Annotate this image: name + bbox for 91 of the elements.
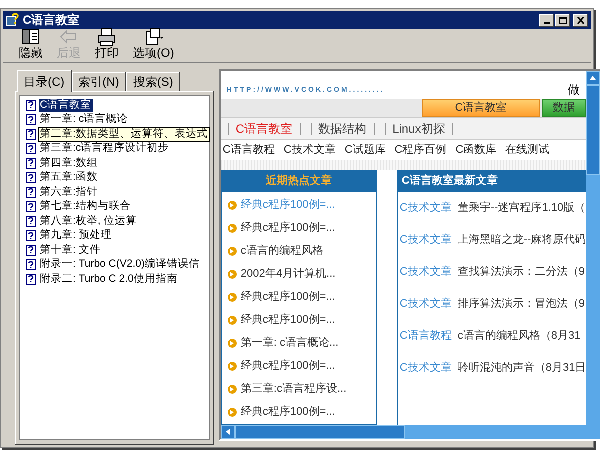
article-link[interactable]: c语言的编程风格 [240,243,324,260]
close-button[interactable] [573,14,588,26]
article-link[interactable]: 聆听混沌的声音（8月31日 [458,360,586,376]
category-link[interactable]: C技术文章 [400,360,452,376]
nav-link[interactable]: 数据结构 [316,120,369,138]
tree-item[interactable]: 第一章: c语言概论 [39,113,130,126]
scroll-up-button[interactable] [586,71,600,85]
article-link[interactable]: 经典c程序100例=... [240,404,336,421]
panel-heading: C语言教室最新文章 [398,170,586,192]
article-link[interactable]: 经典c程序100例=... [240,220,336,237]
article-link[interactable]: 董乘宇--迷宫程序1.10版（ [458,200,586,216]
article-link[interactable]: 经典c程序100例=... [240,358,336,375]
tree-item[interactable]: 第四章:数组 [39,156,99,170]
category-link[interactable]: C函数库 [456,142,497,158]
category-link[interactable]: C试题库 [344,142,386,158]
tree-item[interactable]: 第七章:结构与联合 [39,200,132,213]
tree-item[interactable]: 第九章: 预处理 [39,229,113,242]
tab[interactable]: 索引(N) [72,72,126,91]
minimize-button[interactable] [539,14,554,26]
help-page-icon [26,143,36,154]
help-page-icon [26,128,36,140]
nav-link[interactable]: C语言教室 [234,120,295,138]
tree-item[interactable]: 第五章:函数 [39,171,99,184]
window-title: C语言教室 [23,12,81,29]
bullet-icon [228,316,237,325]
bullet-icon [228,201,237,210]
tree-item[interactable]: 第二章:数据类型、运算符、表达式 [39,128,209,140]
category-link[interactable]: C语言教程 [400,328,452,344]
site-tab[interactable]: C语言教室 [422,99,540,118]
category-link[interactable]: C语言教程 [222,142,275,158]
printer-icon [96,27,118,47]
article-link[interactable]: 经典c程序100例=... [240,197,336,214]
bullet-icon [228,385,237,394]
article-link[interactable]: c语言的编程风格（8月31 [458,328,581,344]
article-link[interactable]: 排序算法演示：冒泡法（9 [458,296,585,312]
help-book-icon [6,13,20,27]
help-page-icon [26,244,36,256]
category-link[interactable]: C程序百例 [394,142,447,158]
help-page-icon [26,201,36,212]
help-page-icon [26,100,36,110]
category-link[interactable]: C技术文章 [400,232,452,248]
help-page-icon [26,259,36,270]
help-page-icon [26,172,36,183]
bullet-icon [228,339,237,348]
left-triangle-icon [226,429,230,435]
help-page-icon [26,274,36,284]
close-icon [576,16,584,24]
article-link[interactable]: 第一章: c语言概论... [240,335,339,352]
bullet-icon [228,247,237,256]
tab[interactable]: 目录(C) [17,70,72,92]
article-link[interactable]: 经典c程序100例=... [240,312,336,329]
tree-item[interactable]: 第三章:c语言程序设计初步 [39,142,170,155]
scroll-left-button[interactable] [220,425,235,439]
bullet-icon [228,408,237,417]
help-page-icon [26,114,36,125]
help-page-icon [26,230,36,241]
tab[interactable]: 搜索(S) [126,72,180,91]
hide-button[interactable]: 隐藏 [19,27,43,60]
tree-item[interactable]: 第六章:指针 [39,186,99,198]
maximize-button[interactable] [555,14,570,26]
tree-item[interactable]: 附录一: Turbo C(V2.0)编译错误信 [39,258,201,271]
tree-item[interactable]: C语言教室 [39,98,93,112]
print-button[interactable]: 打印 [95,27,119,60]
category-link[interactable]: 在线测试 [506,142,550,158]
help-page-icon [26,186,36,198]
banner-text: 做 [568,82,580,99]
category-link[interactable]: C技术文章 [400,200,452,216]
category-link[interactable]: C技术文章 [284,142,336,158]
site-tab[interactable]: 数据 [542,99,586,118]
tree-item[interactable]: 第八章:枚举, 位运算 [39,214,138,228]
bullet-icon [228,270,237,279]
bullet-icon [228,224,237,233]
category-link[interactable]: C技术文章 [400,296,452,312]
bullet-icon [228,362,237,371]
article-link[interactable]: 查找算法演示：二分法（9 [458,264,585,280]
scroll-thumb[interactable] [234,425,405,439]
scroll-thumb[interactable] [586,85,600,175]
article-link[interactable]: 2002年4月计算机... [240,266,336,283]
up-triangle-icon [590,76,596,80]
bullet-icon [228,293,237,302]
category-link[interactable]: C技术文章 [400,264,452,280]
article-link[interactable]: 第三章:c语言程序设... [240,381,347,398]
article-link[interactable]: 上海黑暗之龙--麻将原代码 [458,232,586,248]
nav-link[interactable]: Linux初探 [390,120,448,138]
help-page-icon [26,158,36,168]
panel-heading: 近期热点文章 [222,170,376,192]
options-button[interactable]: 选项(O) [133,27,174,60]
tree-item[interactable]: 附录二: Turbo C 2.0使用指南 [39,272,179,286]
help-page-icon [26,216,36,226]
article-link[interactable]: 经典c程序100例=... [240,289,336,306]
tree-item[interactable]: 第十章: 文件 [39,244,102,256]
